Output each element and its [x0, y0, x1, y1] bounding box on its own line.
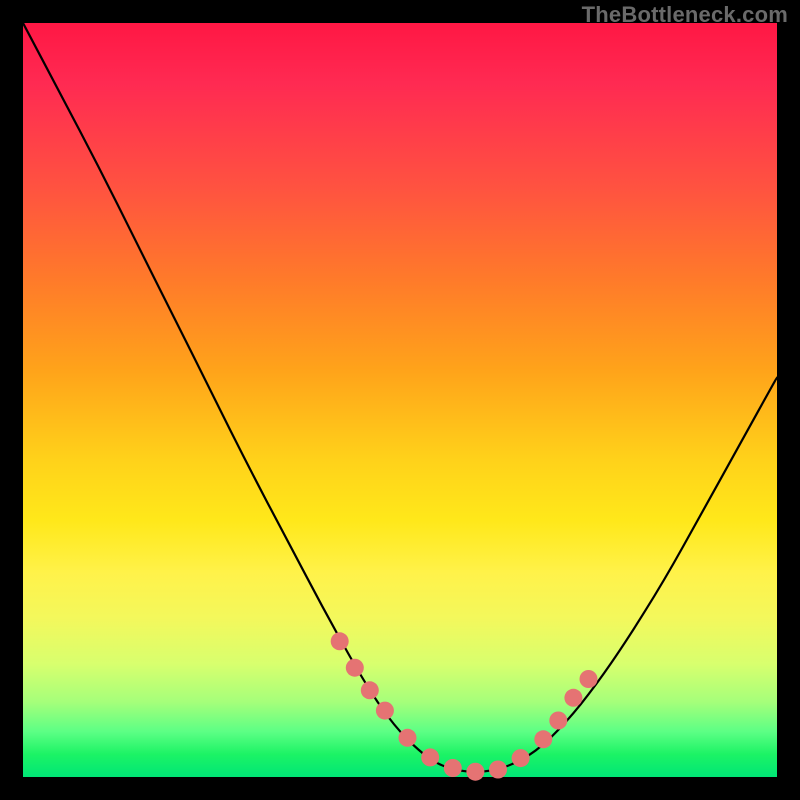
highlight-dot: [489, 761, 507, 779]
highlight-dot: [399, 729, 417, 747]
highlight-dots: [331, 632, 598, 780]
highlight-dot: [564, 689, 582, 707]
highlight-dot: [466, 763, 484, 781]
highlight-dot: [580, 670, 598, 688]
watermark-text: TheBottleneck.com: [582, 2, 788, 28]
highlight-dot: [376, 702, 394, 720]
outer-frame: TheBottleneck.com: [0, 0, 800, 800]
curve-layer: [23, 23, 777, 777]
highlight-dot: [444, 759, 462, 777]
bottleneck-curve: [23, 23, 777, 772]
highlight-dot: [549, 712, 567, 730]
highlight-dot: [421, 748, 439, 766]
highlight-dot: [534, 730, 552, 748]
highlight-dot: [512, 749, 530, 767]
highlight-dot: [361, 681, 379, 699]
highlight-dot: [346, 659, 364, 677]
highlight-dot: [331, 632, 349, 650]
